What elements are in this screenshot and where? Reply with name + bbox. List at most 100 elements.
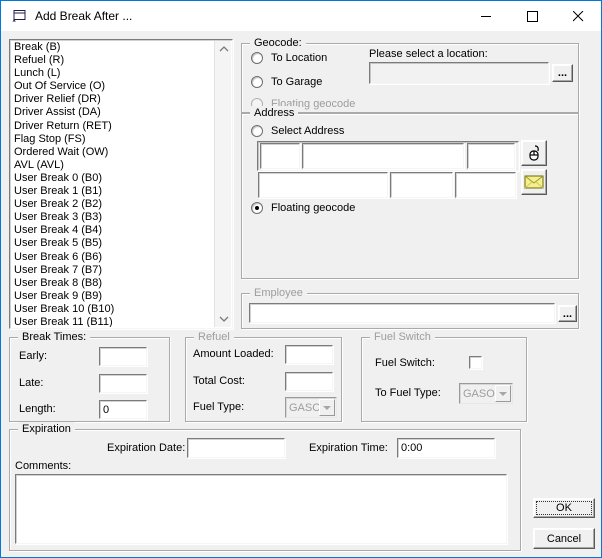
expiration-time-label: Expiration Time: (309, 442, 388, 454)
minimize-icon (480, 15, 491, 17)
address-field-5[interactable] (390, 172, 453, 198)
fuel-type-combo: GASOL (285, 397, 337, 418)
minimize-button[interactable] (463, 1, 509, 31)
list-item[interactable]: Driver Assist (DA) (11, 106, 214, 119)
list-item[interactable]: Lunch (L) (11, 67, 214, 80)
list-item[interactable]: Out Of Service (O) (11, 80, 214, 93)
break-type-list-items: Break (B) Refuel (R) Lunch (L) Out Of Servi… (11, 41, 214, 327)
list-item[interactable]: Refuel (R) (11, 54, 214, 67)
form-icon (12, 10, 26, 22)
expiration-date-input[interactable] (187, 438, 285, 458)
envelope-button[interactable] (521, 169, 547, 195)
to-fuel-type-combo: GASOL (459, 383, 513, 404)
location-prompt-label: Please select a location: (369, 48, 488, 60)
select-address-radio[interactable]: Select Address (251, 124, 344, 137)
address-field-6[interactable] (455, 172, 516, 198)
break-type-list[interactable]: Break (B) Refuel (R) Lunch (L) Out Of Servi… (9, 39, 233, 329)
total-cost-label: Total Cost: (193, 375, 245, 387)
list-item[interactable]: User Break 1 (B1) (11, 185, 214, 198)
add-break-after-dialog: Add Break After ... Break (B) Refuel (R) L… (0, 0, 602, 558)
list-item[interactable]: User Break 10 (B10) (11, 303, 214, 316)
list-item[interactable]: User Break 6 (B6) (11, 251, 214, 264)
geocode-pick-button[interactable] (521, 140, 547, 166)
floating-geocode-label: Floating geocode (271, 201, 356, 214)
to-fuel-type-label: To Fuel Type: (375, 387, 441, 399)
to-location-radio-circle[interactable] (251, 51, 263, 64)
ok-button[interactable]: OK (533, 498, 595, 518)
list-item[interactable]: User Break 5 (B5) (11, 237, 214, 250)
fuel-switch-checkbox[interactable] (469, 356, 482, 369)
to-garage-radio-circle[interactable] (251, 75, 263, 88)
refuel-group-label: Refuel (194, 330, 234, 344)
envelope-icon (524, 175, 544, 189)
floating-geocode-radio[interactable]: Floating geocode (251, 201, 355, 214)
expiration-date-label: Expiration Date: (107, 442, 186, 454)
list-item[interactable]: Driver Return (RET) (11, 120, 214, 133)
list-scrollbar[interactable] (214, 41, 231, 327)
list-item[interactable]: Ordered Wait (OW) (11, 146, 214, 159)
total-cost-input[interactable] (285, 372, 333, 391)
to-fuel-type-value: GASOL (463, 387, 495, 400)
to-location-label: To Location (271, 51, 328, 64)
scroll-up-icon[interactable] (215, 41, 232, 57)
address-field-2[interactable] (302, 143, 464, 169)
select-address-radio-circle[interactable] (251, 124, 263, 137)
list-item[interactable]: User Break 11 (B11) (11, 316, 214, 327)
cancel-button[interactable]: Cancel (533, 528, 595, 549)
fuel-switch-group: Fuel Switch (361, 330, 527, 422)
location-browse-button[interactable]: ... (552, 64, 573, 82)
amount-loaded-label: Amount Loaded: (193, 348, 274, 360)
fuel-switch-label: Fuel Switch: (375, 357, 435, 369)
list-item[interactable]: User Break 2 (B2) (11, 198, 214, 211)
list-item[interactable]: User Break 7 (B7) (11, 264, 214, 277)
fuel-switch-group-label: Fuel Switch (370, 330, 435, 344)
floating-geocode-radio-circle[interactable] (251, 201, 263, 214)
geocode-group-label: Geocode: (250, 36, 306, 50)
employee-input[interactable] (249, 303, 555, 323)
to-garage-label: To Garage (271, 75, 323, 88)
scroll-down-icon[interactable] (215, 311, 232, 327)
fuel-type-label: Fuel Type: (193, 401, 245, 413)
to-garage-radio[interactable]: To Garage (251, 75, 322, 88)
amount-loaded-input[interactable] (285, 345, 333, 364)
address-group-label: Address (250, 106, 299, 120)
fuel-type-value: GASOL (289, 401, 319, 414)
length-input[interactable] (99, 400, 147, 419)
list-item[interactable]: AVL (AVL) (11, 159, 214, 172)
mouse-pick-icon (529, 145, 539, 161)
list-item[interactable]: User Break 8 (B8) (11, 277, 214, 290)
break-times-group-label: Break Times: (18, 330, 91, 344)
late-input[interactable] (99, 374, 147, 393)
expiration-time-input[interactable] (397, 438, 495, 458)
to-fuel-type-dropdown-icon (495, 385, 511, 402)
address-field-4[interactable] (258, 172, 388, 198)
window-title: Add Break After ... (35, 9, 133, 23)
length-label: Length: (19, 403, 56, 415)
late-label: Late: (19, 377, 44, 389)
location-input[interactable] (369, 62, 549, 84)
comments-input[interactable] (15, 474, 507, 544)
to-location-radio[interactable]: To Location (251, 51, 327, 64)
list-item[interactable]: Driver Relief (DR) (11, 93, 214, 106)
early-input[interactable] (99, 347, 147, 366)
close-button[interactable] (555, 1, 601, 31)
select-address-label: Select Address (271, 124, 345, 137)
early-label: Early: (19, 350, 48, 362)
list-item[interactable]: User Break 3 (B3) (11, 211, 214, 224)
address-field-1[interactable] (260, 143, 300, 169)
maximize-icon (526, 10, 538, 22)
employee-group-label: Employee (250, 286, 307, 300)
expiration-group-label: Expiration (18, 422, 75, 436)
list-item[interactable]: Break (B) (11, 41, 214, 54)
titlebar[interactable]: Add Break After ... (1, 1, 601, 31)
maximize-button[interactable] (509, 1, 555, 31)
list-item[interactable]: User Break 0 (B0) (11, 172, 214, 185)
list-item[interactable]: Flag Stop (FS) (11, 133, 214, 146)
list-item[interactable]: User Break 4 (B4) (11, 224, 214, 237)
fuel-type-dropdown-icon (319, 399, 335, 416)
list-item[interactable]: User Break 9 (B9) (11, 290, 214, 303)
address-field-3[interactable] (467, 143, 515, 169)
employee-browse-button[interactable]: ... (558, 305, 577, 322)
close-icon (572, 10, 583, 21)
comments-label: Comments: (15, 460, 72, 472)
